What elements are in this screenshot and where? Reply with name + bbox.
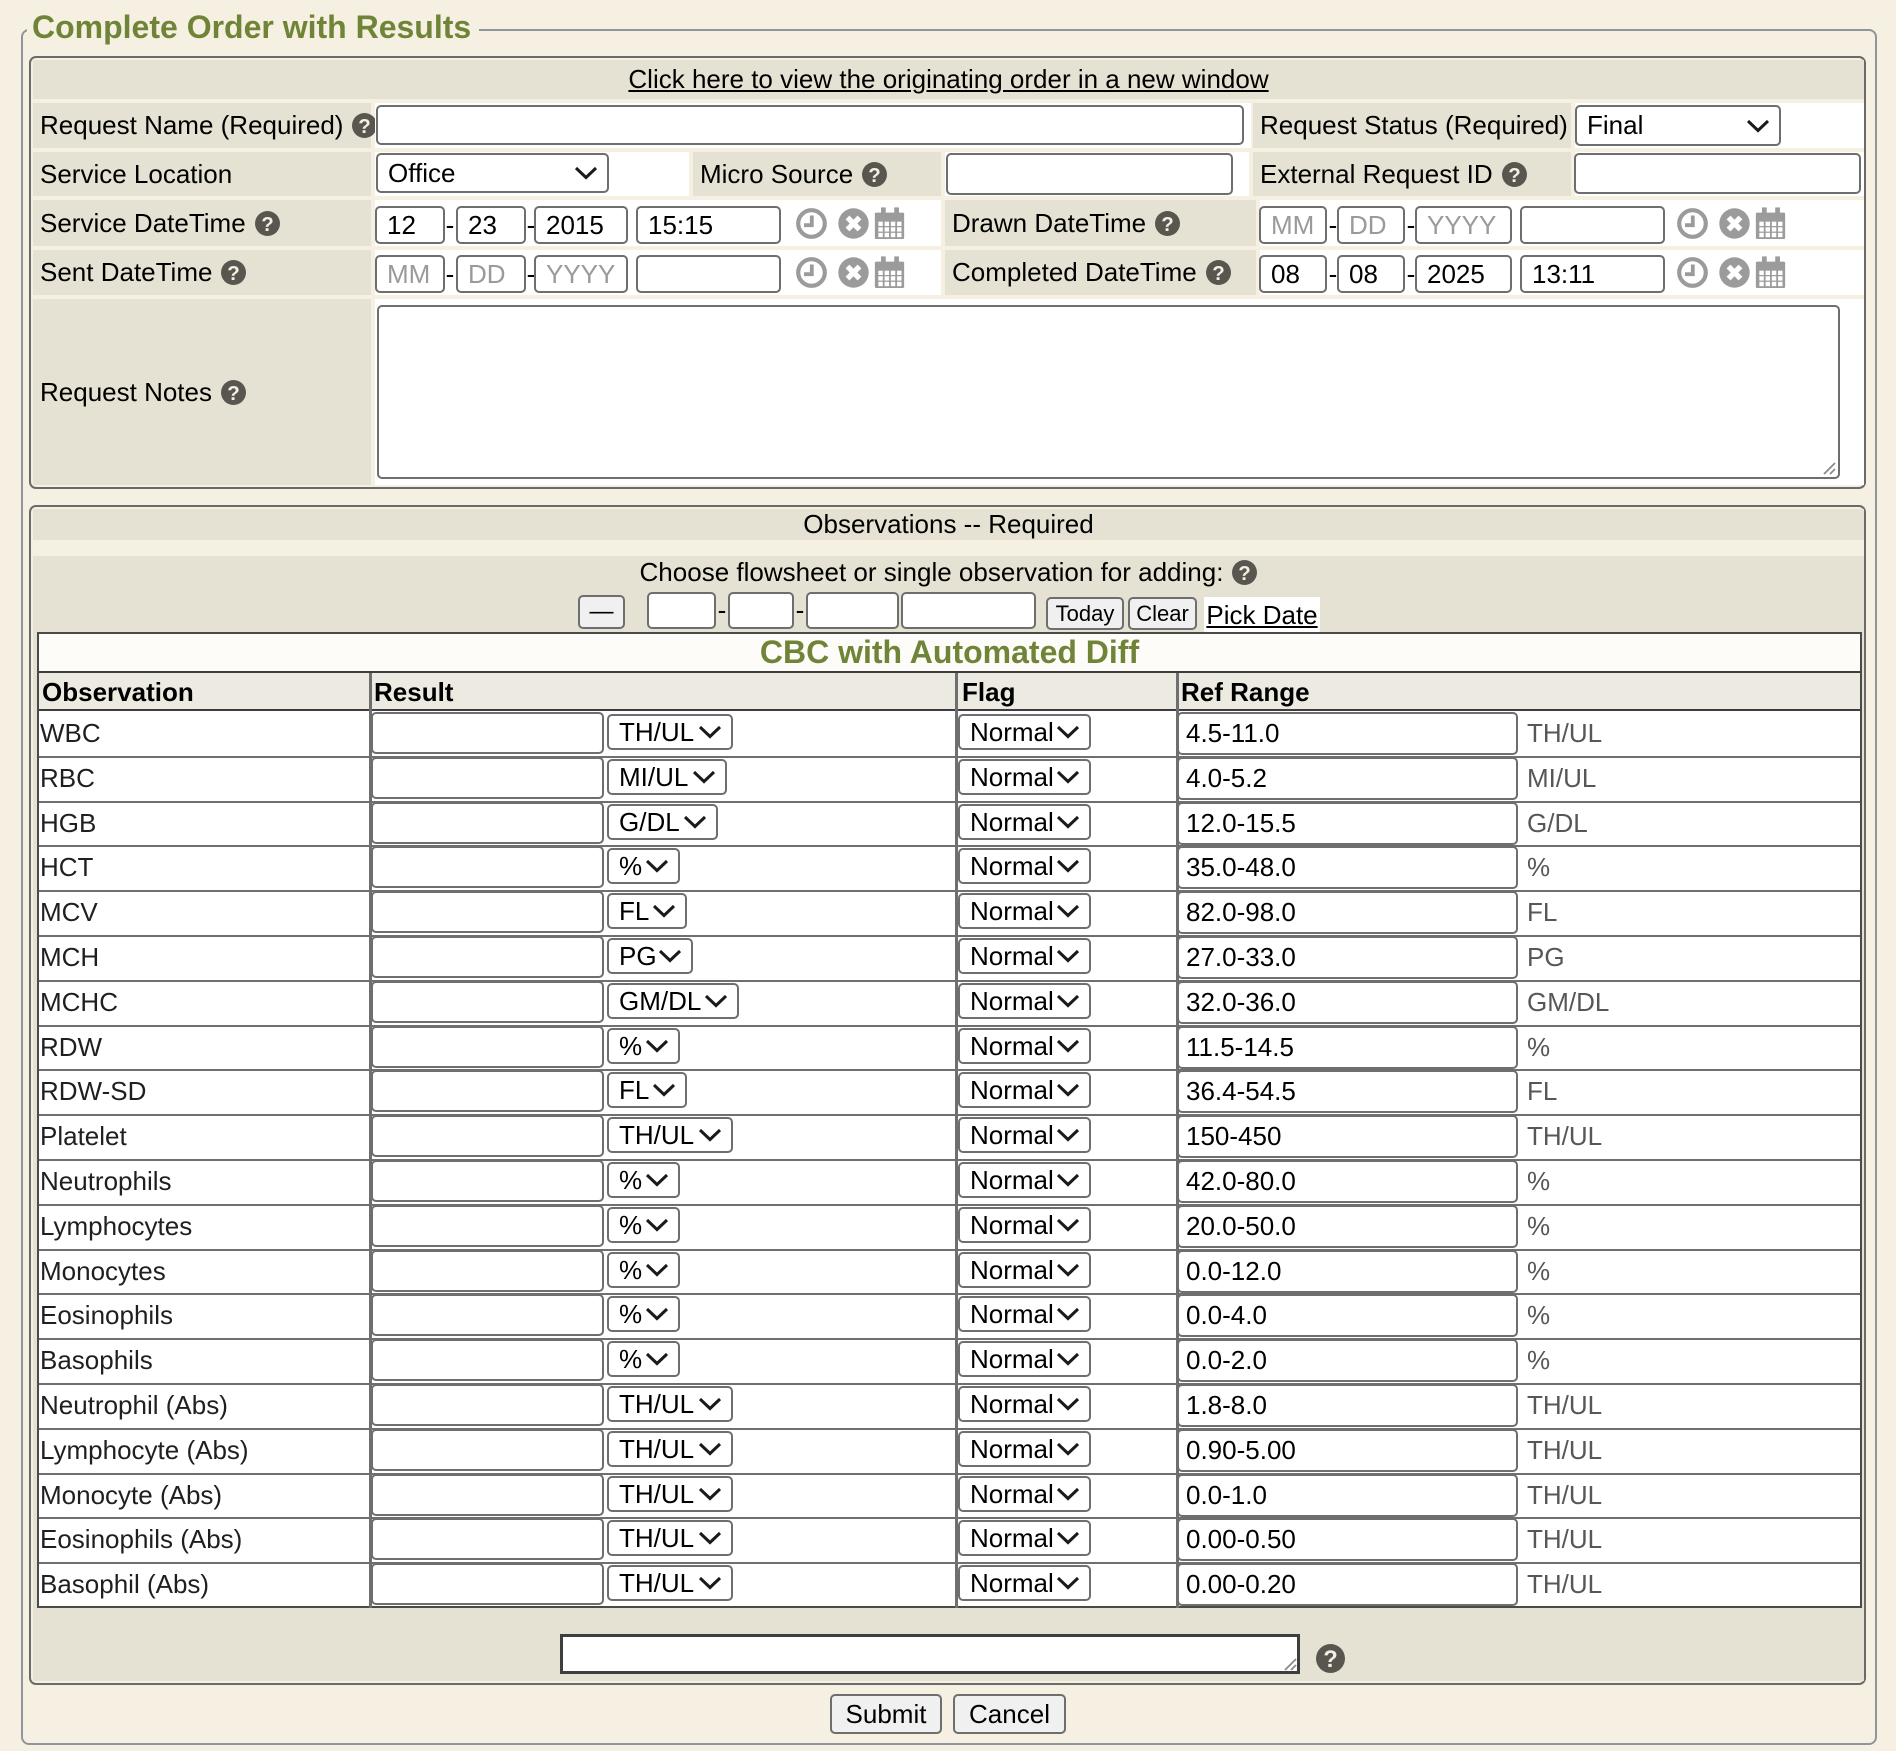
svg-text:?: ? [1508,164,1521,187]
svg-text:?: ? [359,115,372,138]
svg-text:?: ? [1323,1646,1338,1673]
svg-text:?: ? [228,262,241,285]
svg-text:?: ? [227,382,240,405]
svg-text:?: ? [1161,213,1174,236]
svg-text:?: ? [1239,562,1252,585]
svg-text:?: ? [868,164,881,187]
svg-text:?: ? [1212,262,1225,285]
svg-text:?: ? [261,213,274,236]
